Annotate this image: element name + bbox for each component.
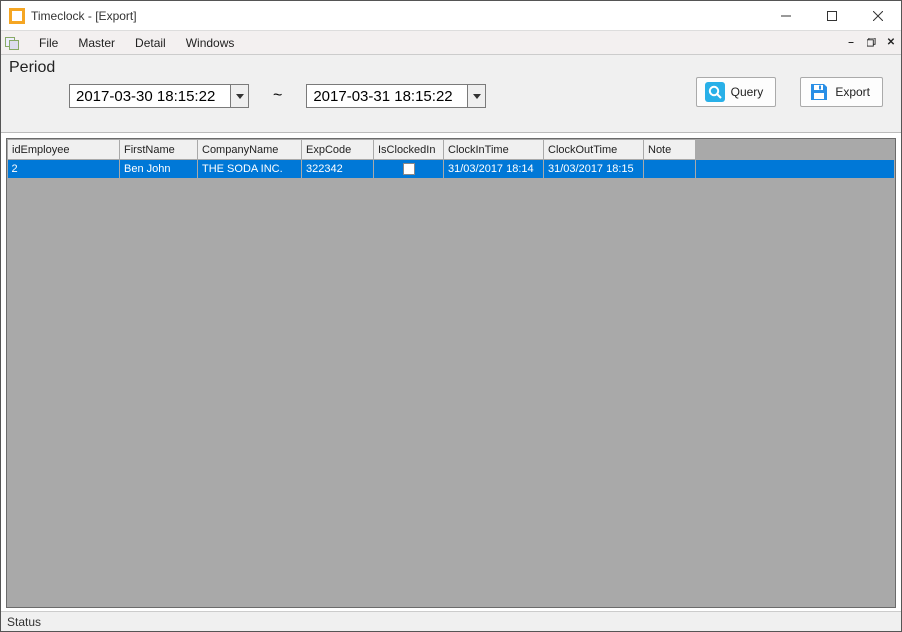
col-isclockedin[interactable]: IsClockedIn: [374, 140, 444, 160]
col-companyname[interactable]: CompanyName: [198, 140, 302, 160]
cell-expcode[interactable]: 322342: [302, 160, 374, 178]
grid-header-row: idEmployee FirstName CompanyName ExpCode…: [8, 140, 895, 160]
cell-firstname[interactable]: Ben John: [120, 160, 198, 178]
menu-master[interactable]: Master: [68, 31, 125, 54]
query-button-label: Query: [731, 85, 764, 99]
period-from-dropdown-button[interactable]: [230, 85, 248, 107]
cell-companyname[interactable]: THE SODA INC.: [198, 160, 302, 178]
menubar: File Master Detail Windows – ✕: [1, 31, 901, 55]
search-icon: [705, 82, 725, 102]
table-row[interactable]: 2 Ben John THE SODA INC. 322342 31/03/20…: [8, 160, 895, 178]
period-label: Period: [9, 59, 893, 77]
export-button[interactable]: Export: [800, 77, 883, 107]
titlebar: Timeclock - [Export]: [1, 1, 901, 31]
app-icon: [9, 8, 25, 24]
isclockedin-checkbox[interactable]: [403, 163, 415, 175]
window-title: Timeclock - [Export]: [31, 9, 137, 23]
grid-row-filler: [696, 160, 895, 178]
menu-windows[interactable]: Windows: [176, 31, 245, 54]
grid-header-filler: [696, 140, 895, 160]
menu-detail[interactable]: Detail: [125, 31, 176, 54]
maximize-button[interactable]: [809, 1, 855, 31]
col-expcode[interactable]: ExpCode: [302, 140, 374, 160]
period-from-combo[interactable]: [69, 84, 249, 108]
cell-note[interactable]: [644, 160, 696, 178]
col-clockouttime[interactable]: ClockOutTime: [544, 140, 644, 160]
data-grid[interactable]: idEmployee FirstName CompanyName ExpCode…: [6, 138, 896, 608]
child-close-button[interactable]: ✕: [883, 35, 899, 51]
action-buttons: Query Export: [696, 77, 883, 107]
menu-file[interactable]: File: [29, 31, 68, 54]
query-button[interactable]: Query: [696, 77, 777, 107]
col-clockintime[interactable]: ClockInTime: [444, 140, 544, 160]
statusbar: Status: [1, 611, 901, 631]
cell-idemployee[interactable]: 2: [8, 160, 120, 178]
cell-clockintime[interactable]: 31/03/2017 18:14: [444, 160, 544, 178]
period-to-dropdown-button[interactable]: [467, 85, 485, 107]
cell-isclockedin[interactable]: [374, 160, 444, 178]
col-firstname[interactable]: FirstName: [120, 140, 198, 160]
status-text: Status: [7, 615, 41, 629]
minimize-button[interactable]: [763, 1, 809, 31]
period-to-input[interactable]: [307, 85, 467, 107]
save-icon: [809, 82, 829, 102]
period-separator: ~: [273, 87, 282, 105]
period-to-combo[interactable]: [306, 84, 486, 108]
mdi-form-icon: [5, 35, 21, 51]
cell-clockouttime[interactable]: 31/03/2017 18:15: [544, 160, 644, 178]
period-from-input[interactable]: [70, 85, 230, 107]
child-minimize-button[interactable]: –: [843, 35, 859, 51]
col-note[interactable]: Note: [644, 140, 696, 160]
col-idemployee[interactable]: idEmployee: [8, 140, 120, 160]
close-button[interactable]: [855, 1, 901, 31]
export-button-label: Export: [835, 85, 870, 99]
child-restore-button[interactable]: [863, 35, 879, 51]
period-panel: Period ~ Query: [1, 55, 901, 133]
